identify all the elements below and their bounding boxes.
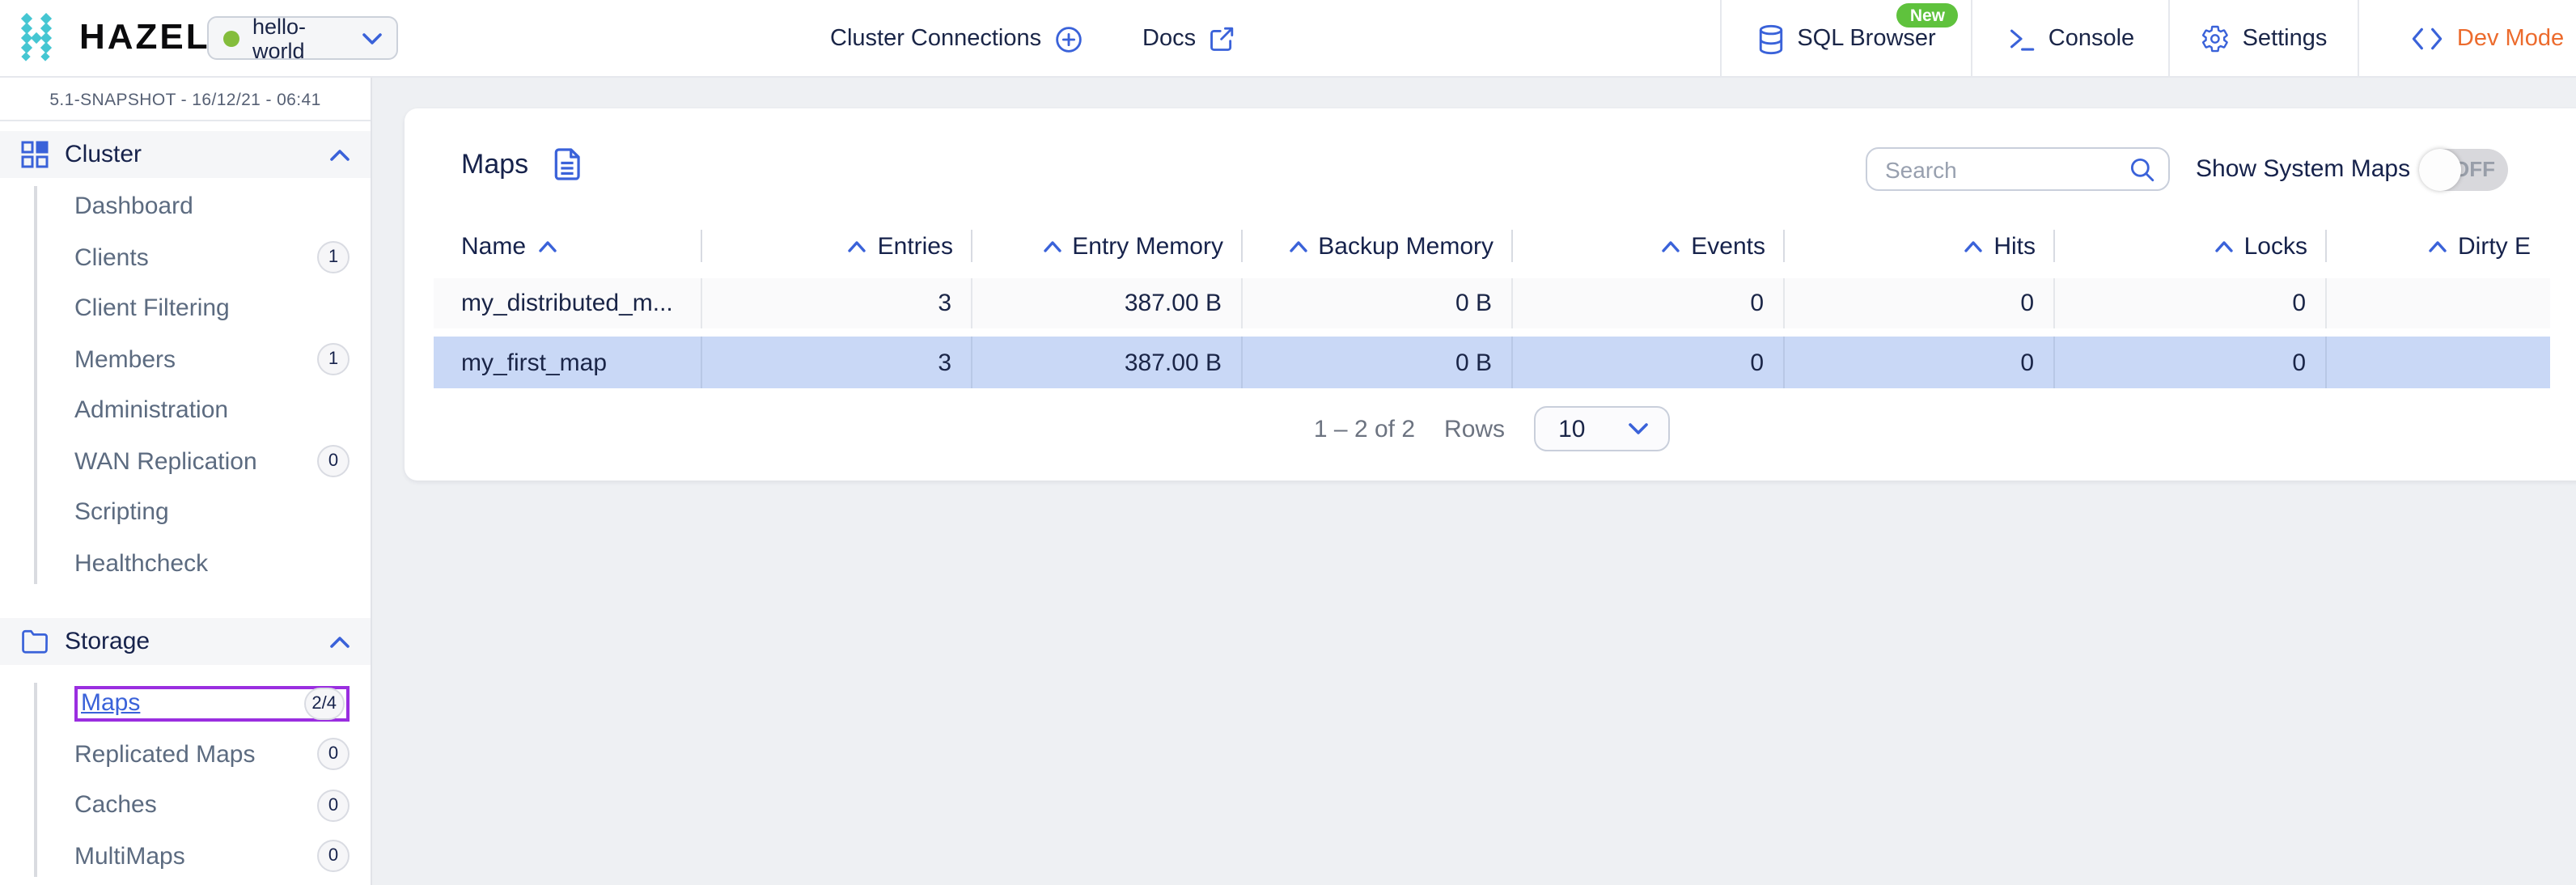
- sort-asc-icon: [539, 240, 557, 252]
- file-text-icon[interactable]: [551, 147, 582, 181]
- sort-asc-icon: [1662, 240, 1680, 252]
- count-badge: 1: [317, 242, 350, 274]
- cluster-connections-label: Cluster Connections: [830, 26, 1041, 52]
- sidebar-item-multimaps[interactable]: MultiMaps0: [0, 831, 371, 882]
- code-brackets-icon: [2412, 26, 2444, 52]
- tree-rule: [34, 683, 36, 877]
- search-box: [1866, 147, 2170, 191]
- search-icon: [2129, 157, 2155, 183]
- table-pagination: 1 – 2 of 2 Rows 10: [434, 406, 2550, 451]
- console-label: Console: [2049, 26, 2134, 52]
- rows-per-page-select[interactable]: 10: [1534, 406, 1670, 451]
- maps-card: Maps Show System Maps OFF: [405, 108, 2576, 481]
- rows-per-page-label: Rows: [1444, 415, 1505, 442]
- header-actions: New SQL Browser Console Settings: [1720, 0, 2576, 78]
- tree-rule: [34, 186, 36, 584]
- sidebar-item-members[interactable]: Members1: [0, 334, 371, 385]
- cluster-section-label: Cluster: [65, 141, 314, 168]
- count-badge: 1: [317, 344, 350, 376]
- count-badge: 0: [317, 739, 350, 771]
- settings-button[interactable]: Settings: [2168, 0, 2358, 78]
- column-header-events[interactable]: Events: [1513, 225, 1785, 267]
- external-link-icon: [1209, 26, 1235, 52]
- count-badge: 0: [317, 841, 350, 873]
- sort-asc-icon: [2429, 240, 2447, 252]
- sidebar-section-storage[interactable]: Storage: [0, 618, 371, 665]
- pagination-range: 1 – 2 of 2: [1314, 415, 1415, 442]
- column-header-dirty-entries[interactable]: Dirty E: [2327, 225, 2550, 267]
- column-header-name[interactable]: Name: [434, 225, 702, 267]
- terminal-icon: [2006, 24, 2036, 53]
- rows-per-page-value: 10: [1558, 415, 1585, 442]
- version-info: 5.1-SNAPSHOT - 16/12/21 - 06:41: [0, 91, 371, 110]
- storage-section-items: Maps 2/4 Replicated Maps0 Caches0 MultiM…: [0, 678, 371, 882]
- sort-asc-icon: [1043, 240, 1061, 252]
- column-header-locks[interactable]: Locks: [2055, 225, 2327, 267]
- show-system-maps-label: Show System Maps: [2196, 155, 2410, 183]
- storage-section-label: Storage: [65, 628, 314, 655]
- console-button[interactable]: Console: [1971, 0, 2168, 78]
- sidebar-item-caches[interactable]: Caches0: [0, 780, 371, 831]
- sql-browser-button[interactable]: New SQL Browser: [1720, 0, 1971, 78]
- docs-link[interactable]: Docs: [1142, 0, 1235, 78]
- hazelcast-logo-icon: [16, 13, 65, 61]
- settings-label: Settings: [2243, 26, 2328, 52]
- database-icon: [1756, 23, 1784, 54]
- dev-mode-button[interactable]: Dev Mode: [2358, 0, 2576, 78]
- folder-icon: [21, 629, 49, 654]
- cluster-section-items: Dashboard Clients1 Client Filtering Memb…: [0, 181, 371, 589]
- count-badge: 2/4: [303, 688, 345, 720]
- count-badge: 0: [317, 446, 350, 478]
- cluster-status-dot: [223, 30, 239, 46]
- hazelcast-management-center: HAZELCAST hello-world Cluster Connection…: [0, 0, 2576, 885]
- search-input[interactable]: [1866, 147, 2170, 191]
- chevron-up-icon: [330, 635, 350, 648]
- toggle-knob: [2419, 149, 2461, 191]
- sidebar-item-clients[interactable]: Clients1: [0, 232, 371, 283]
- cluster-connections-link[interactable]: Cluster Connections: [830, 0, 1082, 78]
- cluster-selector-dropdown[interactable]: hello-world: [207, 16, 398, 60]
- gear-icon: [2201, 24, 2230, 53]
- show-system-maps-toggle[interactable]: OFF: [2419, 149, 2508, 191]
- sidebar-item-dashboard[interactable]: Dashboard: [0, 181, 371, 232]
- chevron-up-icon: [330, 148, 350, 161]
- sidebar-item-client-filtering[interactable]: Client Filtering: [0, 283, 371, 334]
- page-title: Maps: [461, 148, 528, 180]
- sort-asc-icon: [1289, 240, 1307, 252]
- dev-mode-label: Dev Mode: [2457, 26, 2564, 52]
- sidebar-item-wan-replication[interactable]: WAN Replication0: [0, 436, 371, 487]
- cluster-selector-value: hello-world: [252, 14, 350, 62]
- sidebar-item-administration[interactable]: Administration: [0, 385, 371, 436]
- sidebar-item-scripting[interactable]: Scripting: [0, 487, 371, 538]
- docs-label: Docs: [1142, 26, 1196, 52]
- chevron-down-icon: [362, 32, 382, 44]
- plus-circle-icon[interactable]: [1054, 25, 1082, 53]
- sort-asc-icon: [2215, 240, 2233, 252]
- sidebar-item-healthcheck[interactable]: Healthcheck: [0, 538, 371, 589]
- table-row[interactable]: my_distributed_m... 3 387.00 B 0 B 0 0 0: [434, 278, 2550, 328]
- count-badge: 0: [317, 790, 350, 822]
- grid-icon: [21, 141, 49, 168]
- table-row-selected[interactable]: my_first_map 3 387.00 B 0 B 0 0 0: [434, 337, 2550, 388]
- sidebar: 5.1-SNAPSHOT - 16/12/21 - 06:41 Cluster …: [0, 78, 372, 885]
- maps-table: Name Entries Entry Memory Backup Memory: [434, 225, 2550, 267]
- sql-browser-label: SQL Browser: [1797, 26, 1935, 52]
- sort-asc-icon: [849, 240, 866, 252]
- sort-asc-icon: [1964, 240, 1982, 252]
- sidebar-divider: [0, 120, 371, 121]
- table-header-row: Name Entries Entry Memory Backup Memory: [434, 225, 2550, 267]
- new-badge: New: [1897, 3, 1958, 28]
- column-header-entries[interactable]: Entries: [702, 225, 972, 267]
- sidebar-section-cluster[interactable]: Cluster: [0, 131, 371, 178]
- column-header-backup-memory[interactable]: Backup Memory: [1243, 225, 1513, 267]
- sidebar-item-maps[interactable]: Maps 2/4: [0, 678, 371, 729]
- main-content: Maps Show System Maps OFF: [372, 78, 2576, 885]
- top-header: HAZELCAST hello-world Cluster Connection…: [0, 0, 2576, 78]
- chevron-down-icon: [1628, 422, 1649, 435]
- sidebar-item-replicated-maps[interactable]: Replicated Maps0: [0, 729, 371, 780]
- selected-item-outline: Maps 2/4: [74, 686, 350, 722]
- column-header-entry-memory[interactable]: Entry Memory: [972, 225, 1243, 267]
- column-header-hits[interactable]: Hits: [1785, 225, 2055, 267]
